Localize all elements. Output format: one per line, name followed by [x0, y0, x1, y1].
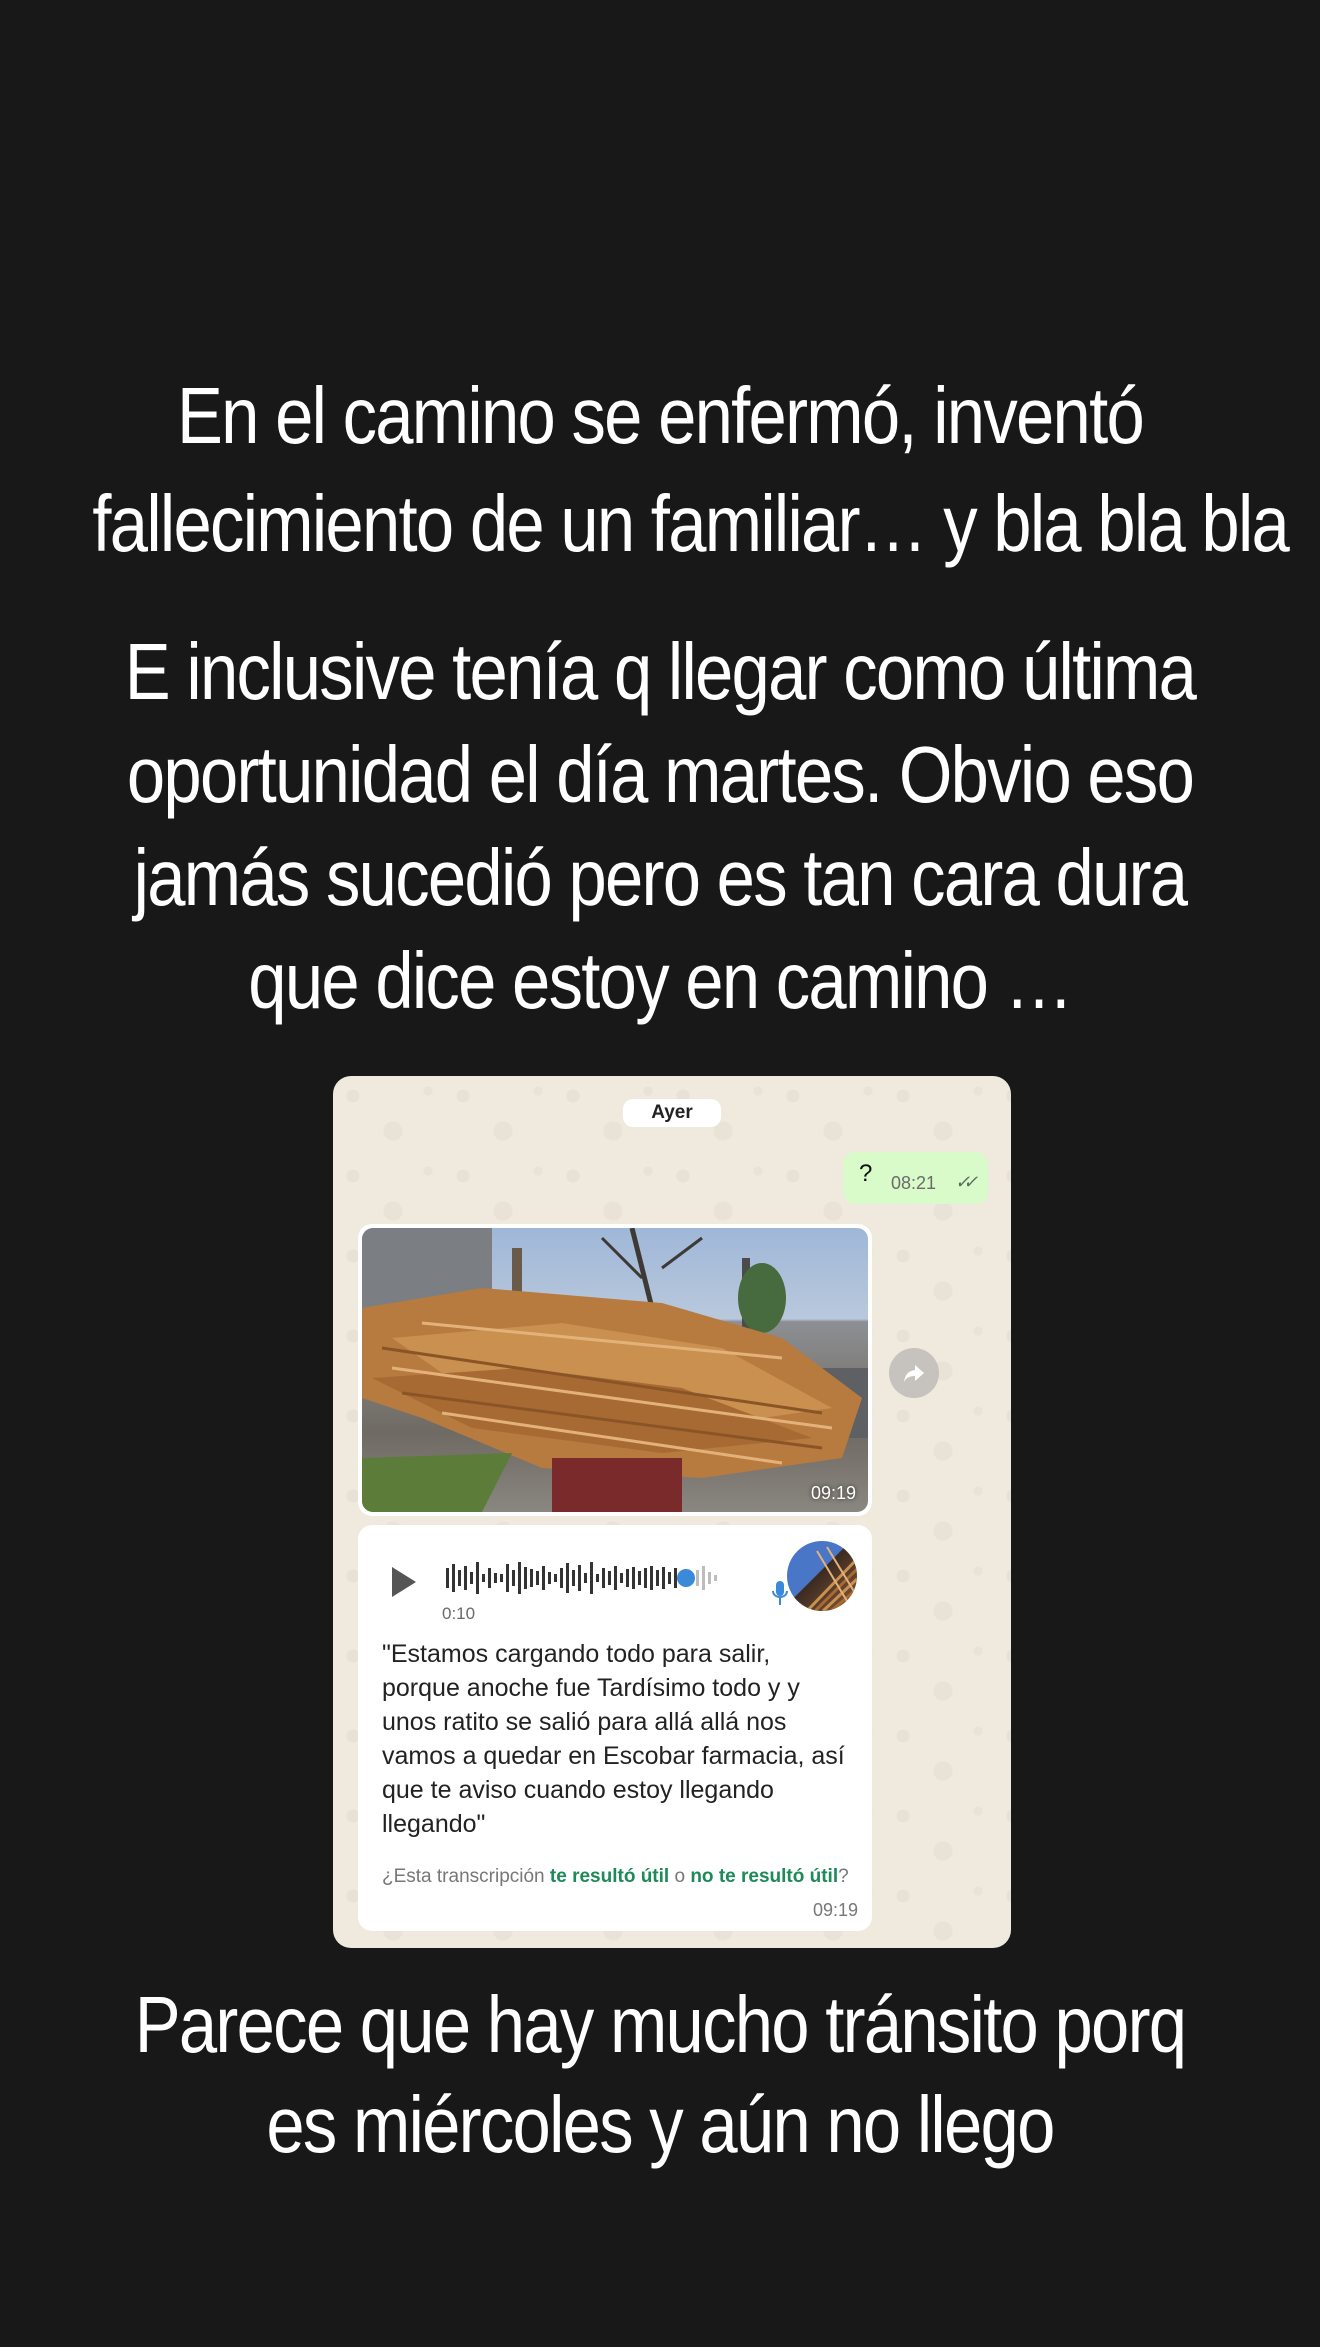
avatar — [787, 1541, 857, 1611]
outgoing-message-bubble[interactable]: ? 08:21 ✓✓ — [843, 1152, 988, 1204]
transcript-text: "Estamos cargando todo para salir, porqu… — [382, 1640, 845, 1838]
message-time: 09:19 — [812, 1900, 858, 1920]
caption-line: es miércoles y aún no llego — [266, 2080, 1055, 2169]
message-text: ? — [859, 1160, 873, 1187]
voice-message-bubble: 0:10 "Estamos cargando todo para salir, … — [358, 1525, 872, 1931]
caption-line: oportunidad el día martes. Obvio eso — [126, 730, 1195, 819]
avatar-image — [805, 1546, 857, 1611]
caption-line: jamás sucedió pero es tan cara dura — [133, 833, 1188, 922]
lumber-pile-illustration — [362, 1228, 868, 1512]
feedback-useful-link[interactable]: te resultó útil — [550, 1866, 669, 1887]
audio-duration: 0:10 — [442, 1604, 476, 1623]
double-check-icon: ✓✓ — [955, 1172, 978, 1192]
transcript-feedback: ¿Esta transcripción te resultó útil o no… — [382, 1863, 852, 1891]
caption-line: Parece que hay mucho tránsito porq — [134, 1980, 1187, 2069]
forward-arrow-icon — [904, 1365, 924, 1382]
forward-button[interactable] — [889, 1348, 939, 1398]
waveform[interactable] — [446, 1558, 766, 1598]
lumber-photo[interactable]: 09:19 — [362, 1228, 868, 1512]
feedback-not-useful-link[interactable]: no te resultó útil — [690, 1866, 838, 1887]
feedback-prefix: ¿Esta transcripción — [382, 1866, 550, 1887]
caption-line: que dice estoy en camino … — [248, 936, 1073, 1025]
caption-line: E inclusive tenía q llegar como última — [124, 627, 1197, 716]
message-time: 09:19 — [810, 1483, 856, 1503]
story-caption-top: En el camino se enfermó, inventó falleci… — [92, 362, 1289, 578]
feedback-suffix: ? — [838, 1866, 849, 1887]
message-time: 08:21 — [891, 1173, 937, 1193]
caption-line: En el camino se enfermó, inventó — [176, 371, 1145, 460]
playback-scrubber[interactable] — [677, 1569, 695, 1587]
chat-screenshot: Ayer ? 08:21 ✓✓ 09:19 0:10 "Estamos carg… — [333, 1076, 1011, 1948]
feedback-or: o — [669, 1866, 691, 1887]
microphone-icon — [772, 1581, 788, 1605]
date-chip: Ayer — [623, 1099, 721, 1127]
caption-line: fallecimiento de un familiar… y bla bla … — [92, 479, 1289, 568]
photo-message-bubble[interactable]: 09:19 — [358, 1224, 872, 1516]
story-caption-middle: E inclusive tenía q llegar como última o… — [92, 620, 1227, 1032]
play-icon[interactable] — [392, 1567, 416, 1597]
story-caption-bottom: Parece que hay mucho tránsito porq es mi… — [92, 1975, 1227, 2175]
